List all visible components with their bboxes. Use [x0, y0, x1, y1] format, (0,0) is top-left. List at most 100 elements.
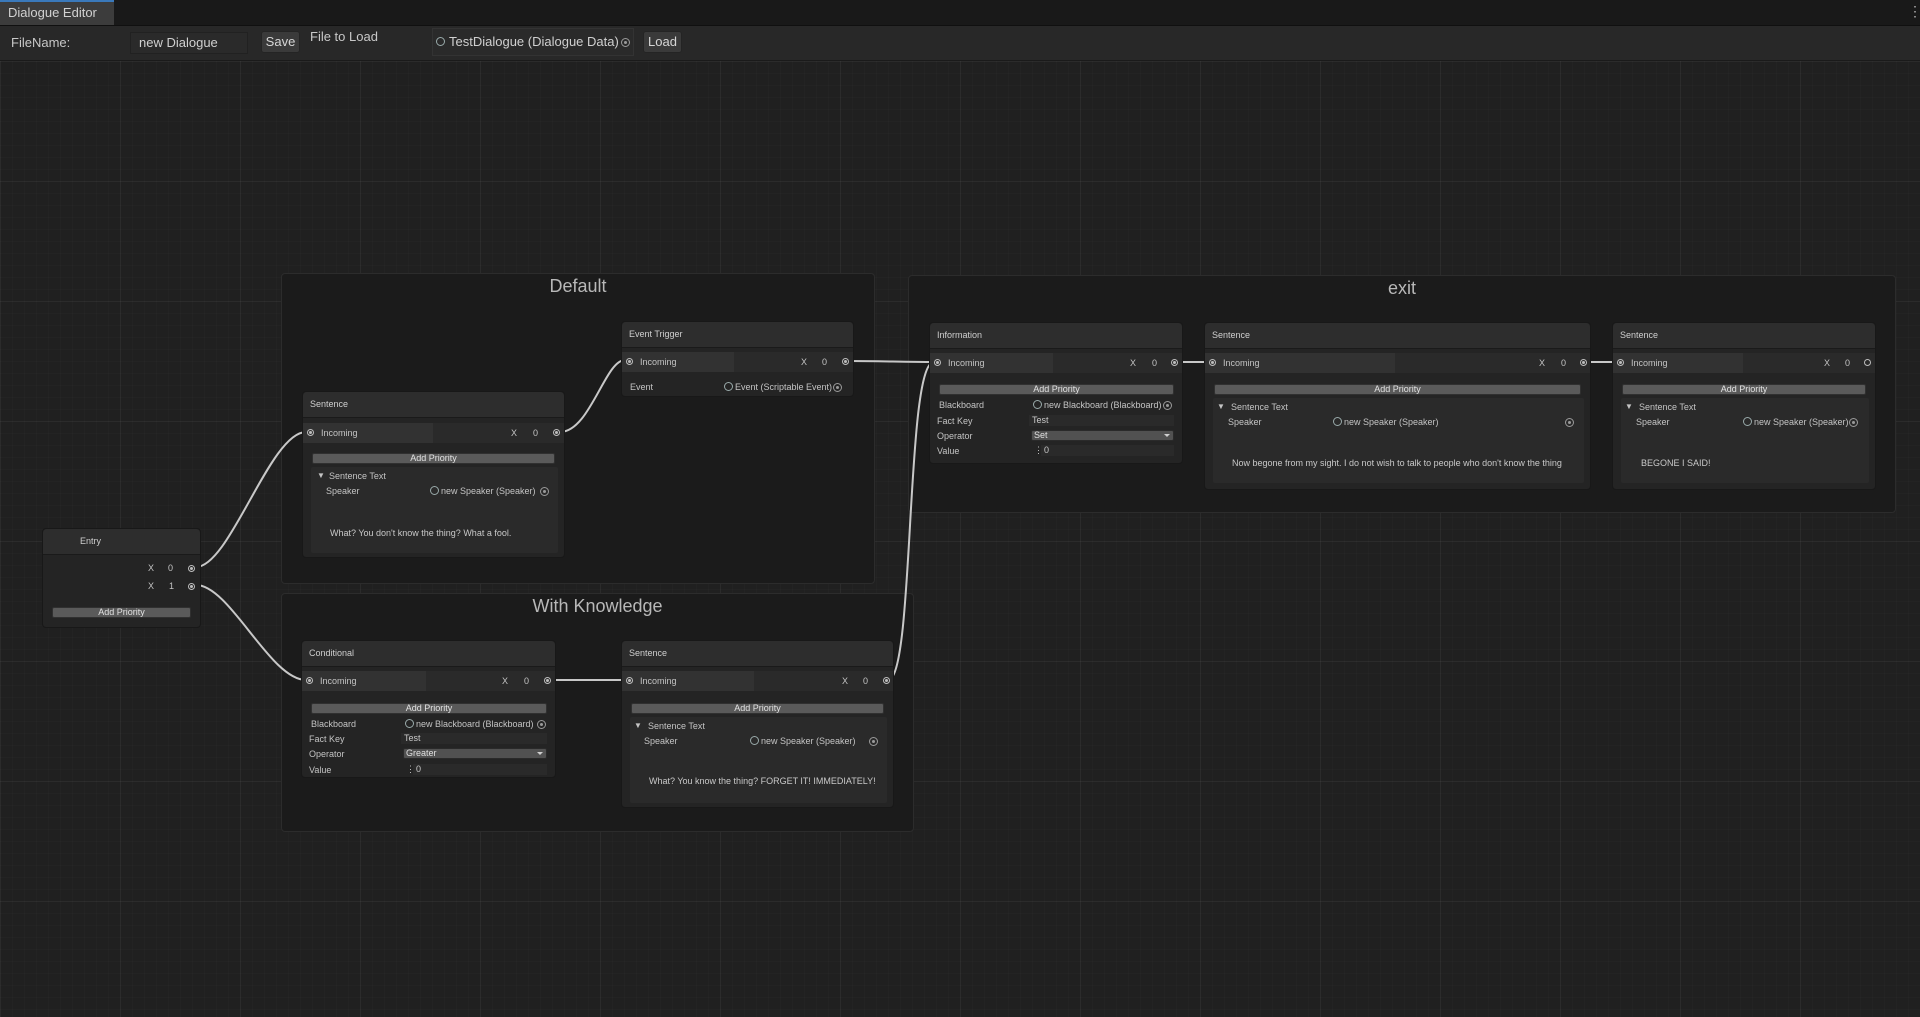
sentence-text[interactable]: Now begone from my sight. I do not wish … — [1232, 458, 1562, 468]
remove-output-0[interactable]: X — [801, 352, 807, 372]
output-port-1[interactable] — [188, 583, 195, 590]
speaker-field[interactable]: new Speaker (Speaker) — [1743, 417, 1849, 427]
remove-output-0[interactable]: X — [511, 423, 517, 443]
node-conditional[interactable]: Conditional Incoming X 0 Add Priority Bl… — [301, 640, 556, 778]
fact-key-input[interactable]: Test — [401, 733, 547, 744]
add-priority-button[interactable]: Add Priority — [939, 384, 1174, 395]
foldout-arrow-icon[interactable]: ▼ — [1217, 402, 1225, 411]
sentence-text[interactable]: What? You know the thing? FORGET IT! IMM… — [649, 776, 876, 786]
output-port-0[interactable] — [883, 677, 890, 684]
add-priority-button[interactable]: Add Priority — [1214, 384, 1581, 395]
entry-output-row-1: X 1 — [43, 577, 200, 595]
blackboard-field[interactable]: new Blackboard (Blackboard) — [405, 719, 534, 729]
node-title: Sentence — [1205, 323, 1590, 349]
foldout-arrow-icon[interactable]: ▼ — [1625, 402, 1633, 411]
output-index-0: 0 — [863, 676, 869, 686]
remove-output-0[interactable]: X — [1539, 353, 1545, 373]
operator-dropdown[interactable]: Greater — [403, 748, 547, 759]
node-entry[interactable]: Entry X 0 X 1 Add Priority — [42, 528, 201, 628]
output-port-0[interactable] — [553, 429, 560, 436]
incoming-port-dot[interactable] — [626, 358, 633, 365]
remove-output-0[interactable]: X — [1130, 353, 1136, 373]
incoming-port[interactable]: Incoming — [303, 423, 433, 443]
incoming-port-dot[interactable] — [1209, 359, 1216, 366]
node-sentence-knowledge[interactable]: Sentence Incoming X 0 Add Priority ▼ Sen… — [621, 640, 894, 808]
incoming-port-dot[interactable] — [626, 677, 633, 684]
object-picker-icon[interactable] — [1565, 418, 1574, 427]
node-information[interactable]: Information Incoming X 0 Add Priority Bl… — [929, 322, 1183, 464]
sentence-text[interactable]: BEGONE I SAID! — [1641, 458, 1711, 468]
incoming-port[interactable]: Incoming — [930, 353, 1053, 373]
wire-event-to-information — [849, 360, 935, 363]
output-index-0: 0 — [822, 357, 828, 367]
output-index-0: 0 — [1561, 358, 1567, 368]
object-picker-icon[interactable] — [833, 383, 842, 392]
object-picker-icon[interactable] — [540, 487, 549, 496]
add-priority-button[interactable]: Add Priority — [312, 453, 555, 464]
object-picker-icon[interactable] — [869, 737, 878, 746]
value-input[interactable]: 0 — [413, 764, 547, 775]
incoming-port[interactable]: Incoming — [302, 671, 426, 691]
speaker-asset-icon — [430, 486, 439, 495]
remove-output-0[interactable]: X — [1824, 353, 1830, 373]
entry-output-row-0: X 0 — [43, 559, 200, 577]
fact-key-input[interactable]: Test — [1029, 415, 1174, 426]
sentence-text-label: Sentence Text — [1231, 402, 1288, 412]
incoming-port-dot[interactable] — [306, 677, 313, 684]
value-input[interactable]: 0 — [1041, 445, 1174, 456]
blackboard-asset-icon — [405, 719, 414, 728]
operator-label: Operator — [937, 431, 973, 441]
node-sentence-exit-2[interactable]: Sentence Incoming X 0 Add Priority ▼ Sen… — [1612, 322, 1876, 490]
fact-key-label: Fact Key — [309, 734, 345, 744]
incoming-row: Incoming X 0 — [302, 671, 555, 691]
node-sentence-exit-1[interactable]: Sentence Incoming X 0 Add Priority ▼ Sen… — [1204, 322, 1591, 490]
output-port-0[interactable] — [1580, 359, 1587, 366]
output-port-0[interactable] — [544, 677, 551, 684]
remove-output-1[interactable]: X — [148, 576, 154, 596]
chevron-down-icon — [537, 752, 543, 755]
incoming-row: Incoming X 0 — [930, 353, 1182, 373]
output-port-0[interactable] — [1171, 359, 1178, 366]
blackboard-value: new Blackboard (Blackboard) — [416, 719, 534, 729]
incoming-port-dot[interactable] — [934, 359, 941, 366]
event-field[interactable]: Event (Scriptable Event) — [724, 382, 832, 392]
output-index-0: 0 — [1152, 358, 1158, 368]
add-priority-button[interactable]: Add Priority — [52, 607, 191, 618]
remove-output-0[interactable]: X — [842, 671, 848, 691]
output-port-0[interactable] — [842, 358, 849, 365]
incoming-port-dot[interactable] — [1617, 359, 1624, 366]
blackboard-label: Blackboard — [939, 400, 985, 410]
speaker-field[interactable]: new Speaker (Speaker) — [1333, 417, 1439, 427]
object-picker-icon[interactable] — [1163, 401, 1172, 410]
object-picker-icon[interactable] — [1849, 418, 1858, 427]
output-port-0[interactable] — [188, 565, 195, 572]
output-port-0[interactable] — [1864, 359, 1871, 366]
wire-sentence-to-event — [559, 359, 626, 433]
foldout-arrow-icon[interactable]: ▼ — [634, 721, 642, 730]
output-index-0: 0 — [533, 428, 539, 438]
operator-dropdown[interactable]: Set — [1031, 430, 1174, 441]
object-picker-icon[interactable] — [537, 720, 546, 729]
node-sentence-default[interactable]: Sentence Incoming X 0 Add Priority ▼ Sen… — [302, 391, 565, 558]
incoming-port[interactable]: Incoming — [622, 671, 754, 691]
add-priority-button[interactable]: Add Priority — [1622, 384, 1866, 395]
foldout-arrow-icon[interactable]: ▼ — [317, 471, 325, 480]
blackboard-value: new Blackboard (Blackboard) — [1044, 400, 1162, 410]
value-label: Value — [309, 765, 332, 775]
remove-output-0[interactable]: X — [502, 671, 508, 691]
blackboard-asset-icon — [1033, 400, 1042, 409]
speaker-field[interactable]: new Speaker (Speaker) — [430, 486, 536, 496]
incoming-port[interactable]: Incoming — [1613, 353, 1743, 373]
incoming-port[interactable]: Incoming — [1205, 353, 1395, 373]
incoming-label: Incoming — [640, 676, 677, 686]
remove-output-0[interactable]: X — [148, 558, 154, 578]
node-event-trigger[interactable]: Event Trigger Incoming X 0 Event Event (… — [621, 321, 854, 397]
speaker-field[interactable]: new Speaker (Speaker) — [750, 736, 856, 746]
incoming-port-dot[interactable] — [307, 429, 314, 436]
incoming-port[interactable]: Incoming — [622, 352, 734, 372]
add-priority-button[interactable]: Add Priority — [631, 703, 884, 714]
add-priority-button[interactable]: Add Priority — [311, 703, 547, 714]
blackboard-field[interactable]: new Blackboard (Blackboard) — [1033, 400, 1162, 410]
sentence-text[interactable]: What? You don't know the thing? What a f… — [330, 528, 511, 538]
output-index-0: 0 — [524, 676, 530, 686]
